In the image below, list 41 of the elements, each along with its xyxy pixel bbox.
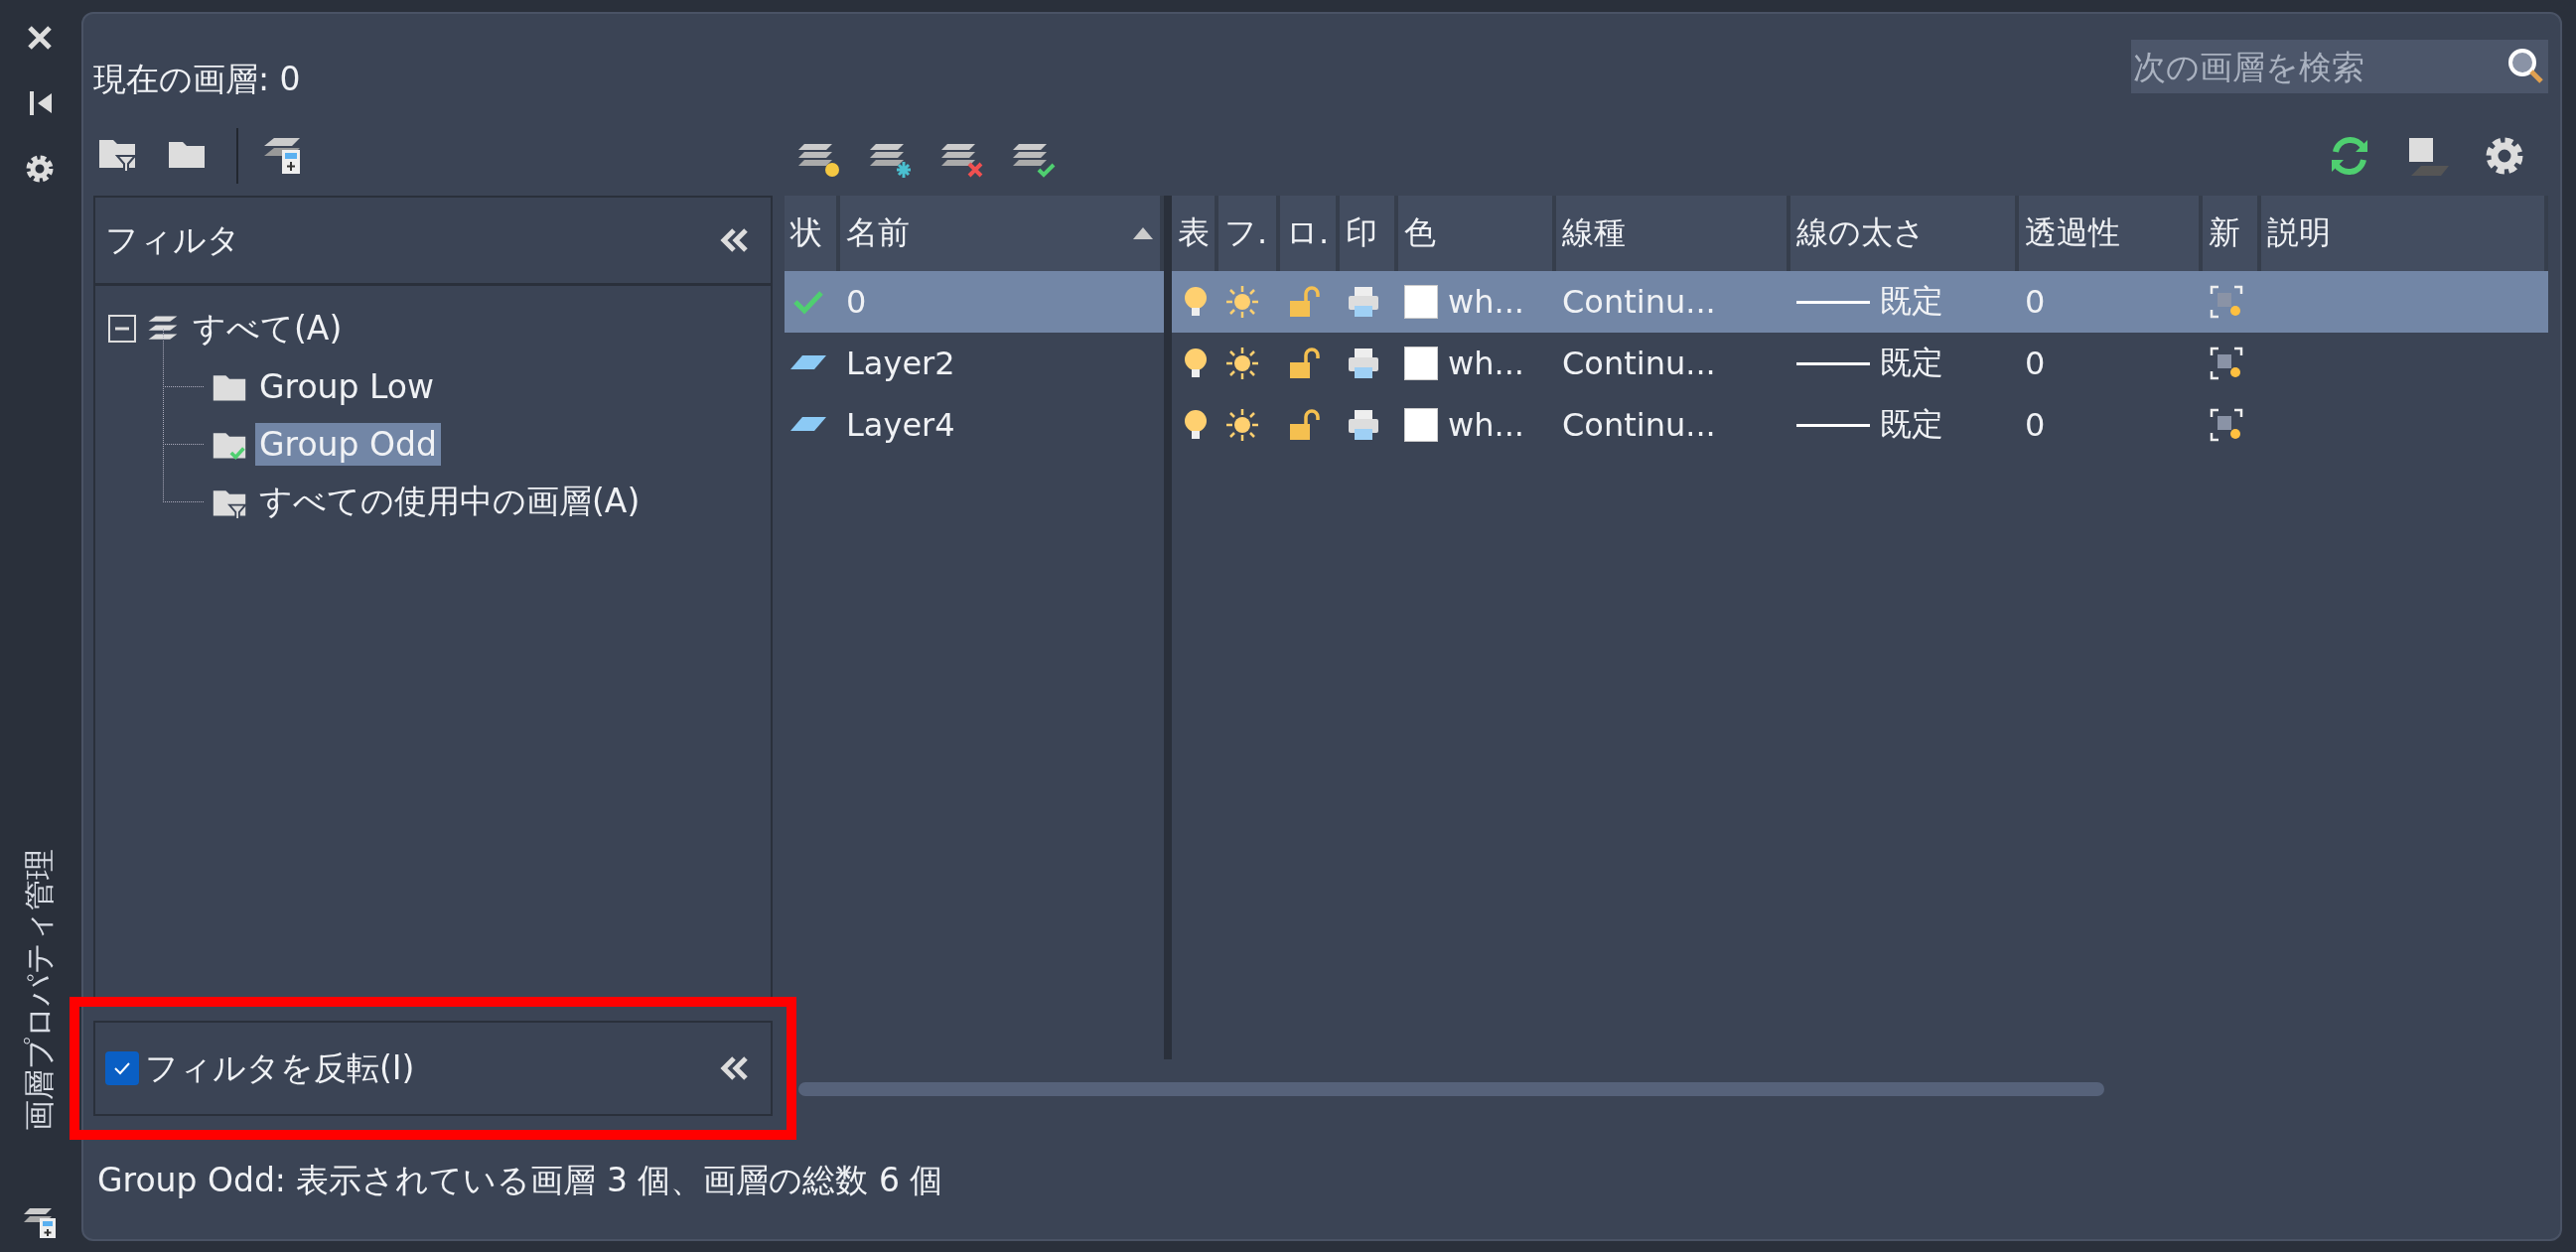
lineweight-value: 既定 xyxy=(1880,343,1943,383)
tree-line xyxy=(163,443,204,502)
linetype-cell[interactable]: Continu... xyxy=(1556,345,1790,382)
current-layer-label: 現在の画層: 0 xyxy=(93,59,301,100)
collapse-icon[interactable] xyxy=(107,314,137,344)
printer-icon[interactable] xyxy=(1346,346,1381,381)
color-name: wh... xyxy=(1448,406,1524,444)
color-swatch[interactable] xyxy=(1404,408,1438,442)
layer-row[interactable]: wh... Continu... 既定 0 xyxy=(1172,394,2548,456)
status-text: Group Odd: 表示されている画層 3 個、画層の総数 6 個 xyxy=(97,1159,943,1201)
transparency-cell[interactable]: 0 xyxy=(2019,345,2203,382)
panel-title: 画層プロパティ管理 xyxy=(20,849,58,1131)
lineweight-value: 既定 xyxy=(1880,281,1943,322)
invert-filter-checkbox[interactable]: フィルタを反転(I) xyxy=(105,1045,415,1091)
layer-name: Layer4 xyxy=(845,406,956,444)
new-viewport-icon[interactable] xyxy=(2209,346,2244,381)
layer-row[interactable]: Layer2 xyxy=(785,333,1164,394)
printer-icon[interactable] xyxy=(1346,407,1381,443)
layer-row[interactable]: wh... Continu... 既定 0 xyxy=(1172,333,2548,394)
color-swatch[interactable] xyxy=(1404,347,1438,380)
color-swatch[interactable] xyxy=(1404,285,1438,319)
color-name: wh... xyxy=(1448,345,1524,382)
search-field[interactable]: 次の画層を検索 xyxy=(2131,40,2548,93)
color-name: wh... xyxy=(1448,283,1524,321)
transparency-cell[interactable]: 0 xyxy=(2019,406,2203,444)
tree-line xyxy=(163,385,204,445)
lineweight-value: 既定 xyxy=(1880,404,1943,445)
new-viewport-icon[interactable] xyxy=(2209,407,2244,443)
tree-item[interactable]: Group Low xyxy=(255,364,438,408)
filter-panel-title: フィルタ xyxy=(105,218,240,261)
sun-icon[interactable] xyxy=(1224,407,1260,443)
scrollbar-thumb[interactable] xyxy=(798,1082,2104,1096)
linetype-cell[interactable]: Continu... xyxy=(1556,406,1790,444)
tree-item[interactable]: すべての使用中の画層(A) xyxy=(255,477,644,526)
layer-name: 0 xyxy=(845,283,868,321)
layer-name: Layer2 xyxy=(845,345,956,382)
tree-item[interactable]: すべて(A) xyxy=(189,304,347,353)
sun-icon[interactable] xyxy=(1224,346,1260,381)
layer-row[interactable]: Layer4 xyxy=(785,394,1164,456)
checkbox[interactable] xyxy=(105,1051,139,1085)
sort-arrow-icon xyxy=(1132,226,1154,240)
